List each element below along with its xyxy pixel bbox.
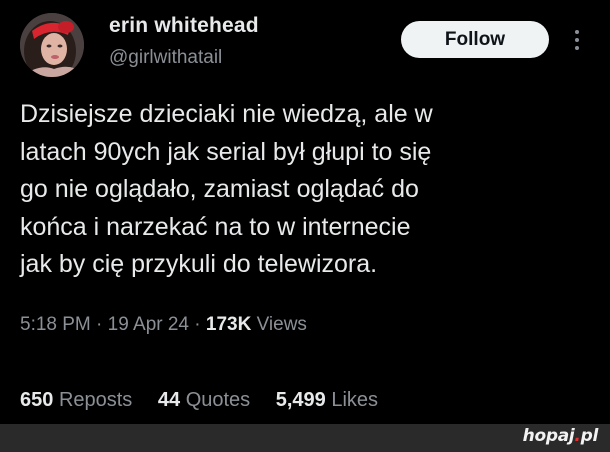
tweet-text-line: latach 90ych jak serial był głupi to się: [20, 137, 432, 166]
engagement-stats: 650 Reposts 44 Quotes 5,499 Likes: [20, 389, 398, 412]
reposts-count: 650: [20, 389, 54, 411]
avatar-image: [20, 13, 84, 77]
quotes-count: 44: [157, 389, 181, 411]
quotes-stat[interactable]: 44 Quotes: [158, 389, 250, 412]
site-watermark: hopaj.pl: [522, 426, 599, 446]
follow-button[interactable]: Follow: [401, 21, 549, 58]
reposts-stat[interactable]: 650 Reposts: [20, 389, 132, 412]
likes-label: Likes: [331, 389, 379, 411]
tweet-card: erin whitehead @girlwithatail Follow Dzi…: [0, 0, 610, 424]
likes-stat[interactable]: 5,499 Likes: [276, 389, 378, 412]
watermark-tld: pl: [580, 426, 599, 446]
views-count[interactable]: 173K: [206, 314, 251, 335]
tweet-time[interactable]: 5:18 PM: [20, 314, 91, 335]
views-label: Views: [251, 314, 307, 335]
tweet-text-line: jak by cię przykuli do telewizora.: [20, 250, 378, 278]
watermark-main: hopaj: [522, 426, 575, 446]
meta-separator: ·: [189, 314, 206, 335]
author-name[interactable]: erin whitehead: [109, 14, 259, 38]
tweet-meta: 5:18 PM · 19 Apr 24 · 173K Views: [20, 314, 307, 336]
author-handle[interactable]: @girlwithatail: [109, 47, 222, 69]
likes-count: 5,499: [275, 389, 326, 411]
reposts-label: Reposts: [58, 389, 133, 411]
meta-separator: ·: [90, 314, 108, 335]
watermark-bar: [0, 424, 610, 452]
tweet-text-line: go nie oglądało, zamiast oglądać do: [20, 175, 419, 203]
quotes-label: Quotes: [185, 389, 251, 411]
avatar[interactable]: [20, 13, 84, 77]
tweet-date[interactable]: 19 Apr 24: [108, 314, 189, 335]
tweet-text-line: Dzisiejsze dzieciaki nie wiedzą, ale w: [20, 100, 433, 128]
tweet-text-line: końca i narzekać na to w internecie: [20, 212, 411, 241]
more-options-icon[interactable]: [570, 28, 584, 52]
tweet-text: Dzisiejsze dzieciaki nie wiedzą, ale w l…: [20, 96, 605, 284]
